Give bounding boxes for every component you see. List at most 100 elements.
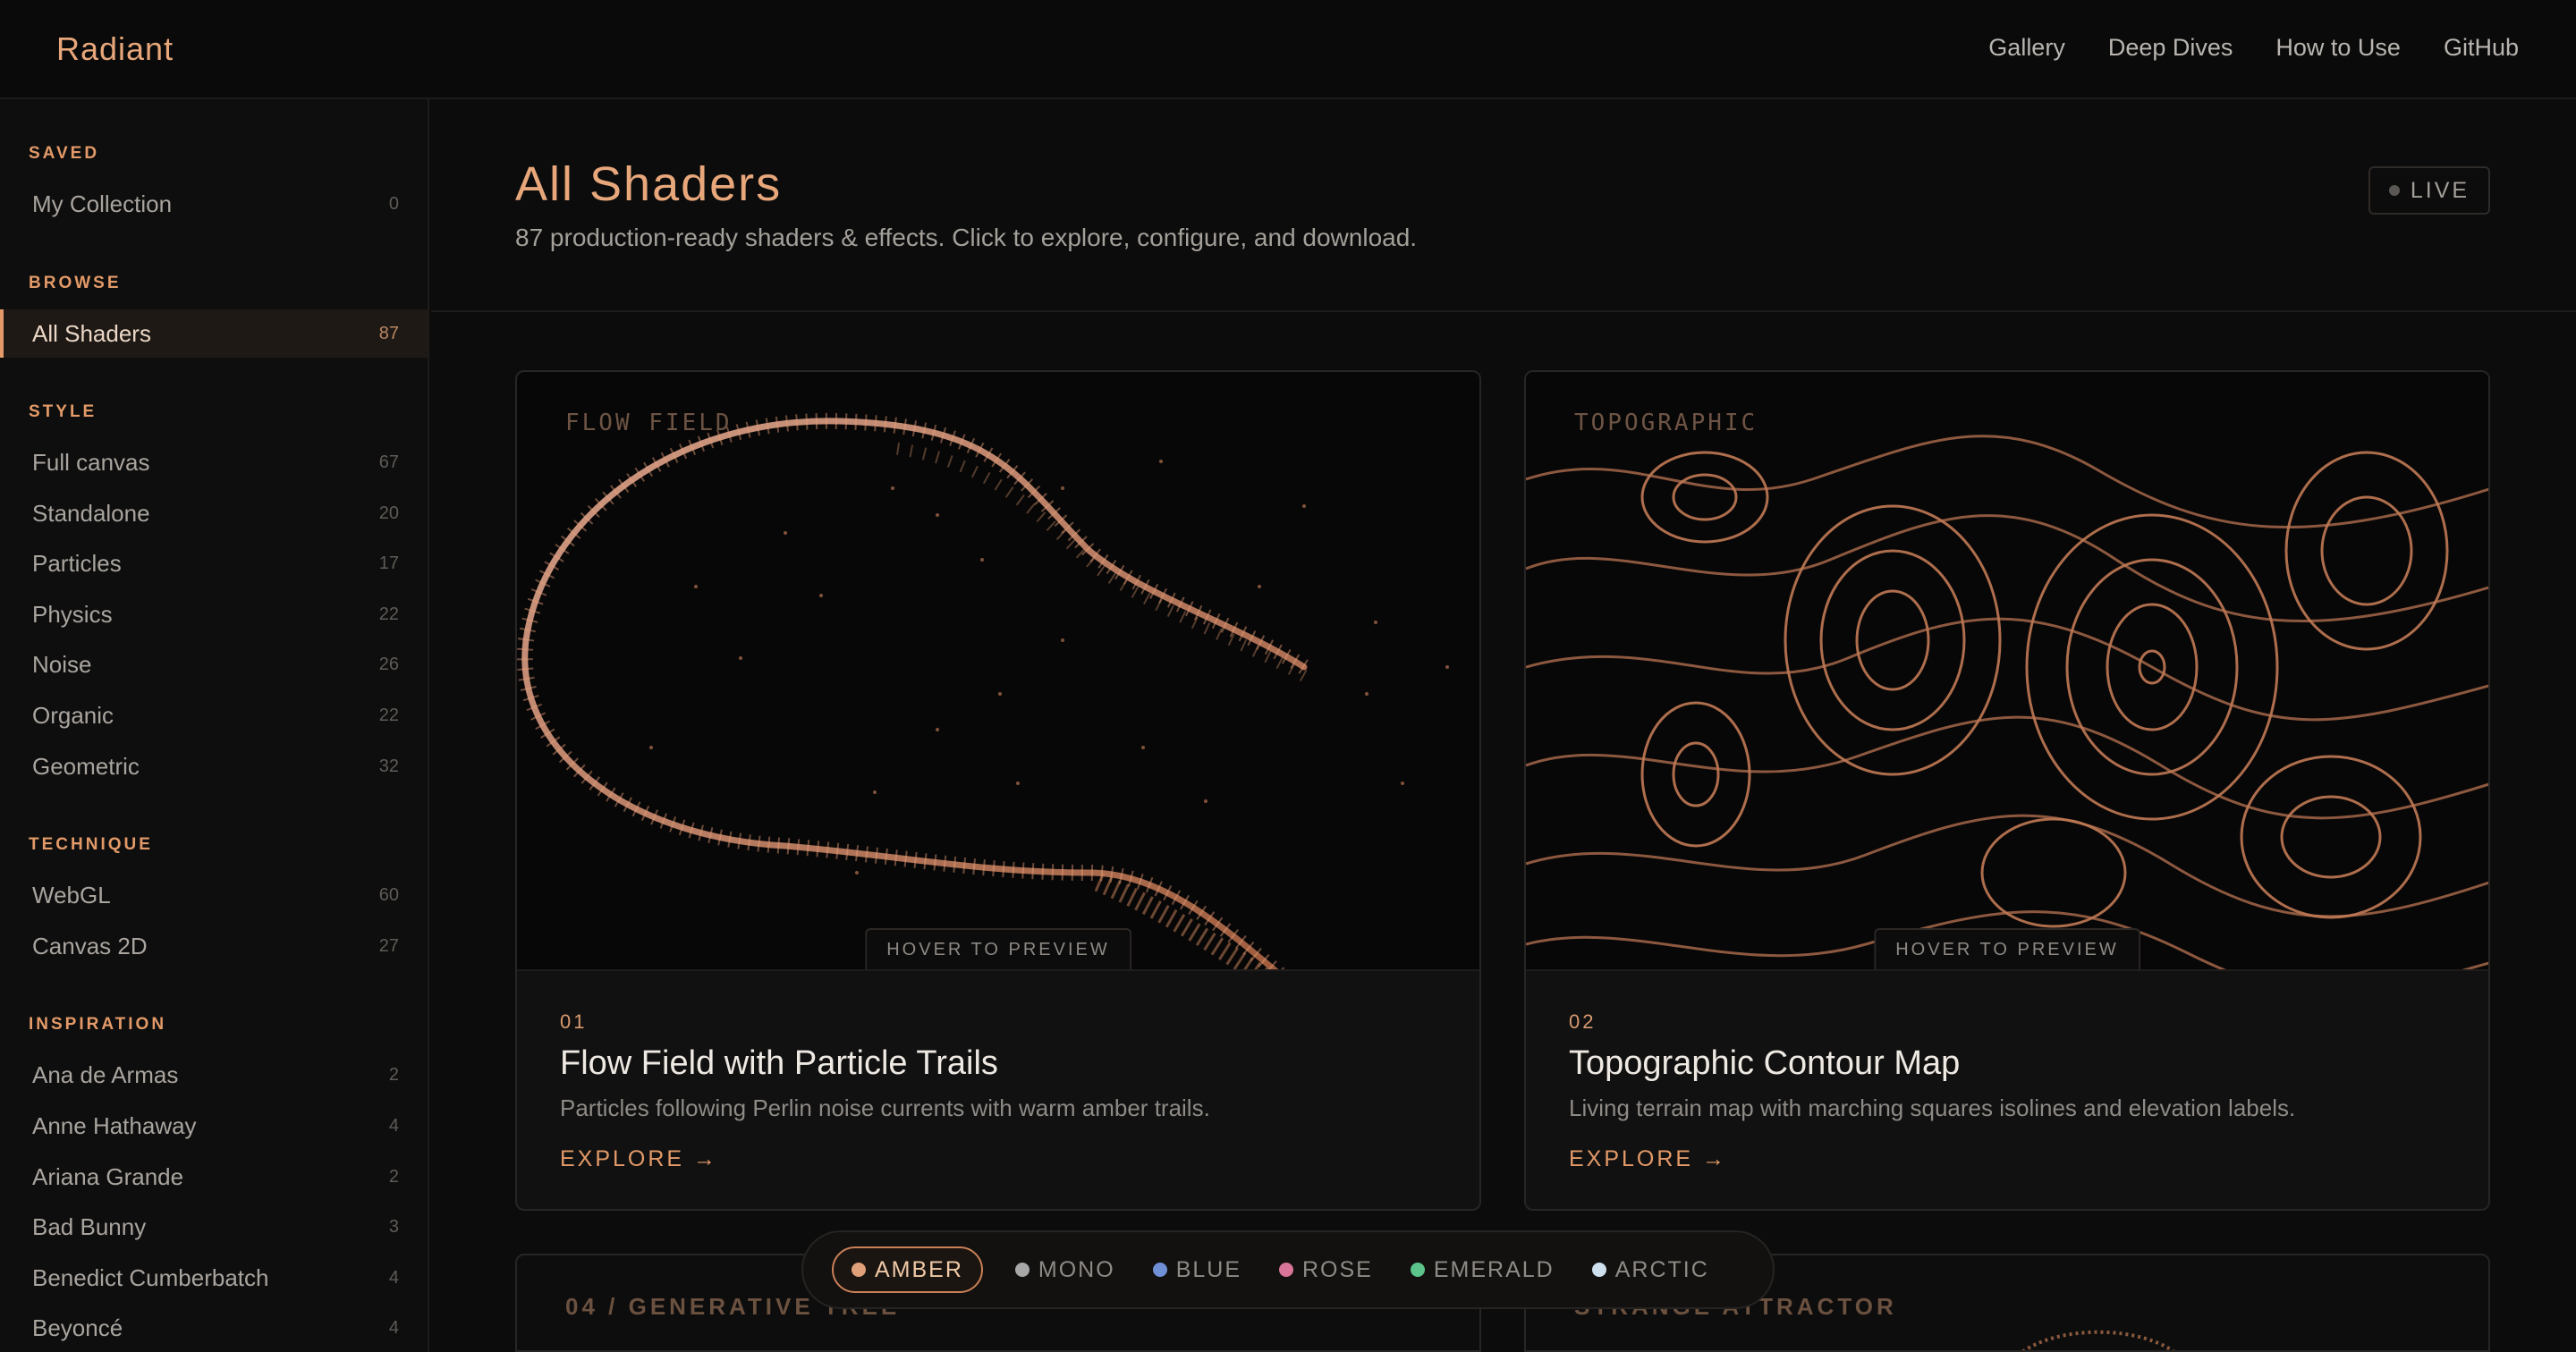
explore-link[interactable]: EXPLORE → [560, 1146, 718, 1172]
sidebar-item-label: Noise [32, 650, 92, 678]
brand-logo[interactable]: Radiant [56, 30, 174, 68]
sidebar-item-ana-de-armas[interactable]: Ana de Armas 2 [0, 1051, 428, 1099]
explore-link[interactable]: EXPLORE → [1569, 1146, 1727, 1172]
main-nav: Gallery Deep Dives How to Use GitHub [1988, 34, 2519, 62]
attractor-art [2021, 1330, 2175, 1350]
sidebar-item-label: Anne Hathaway [32, 1111, 197, 1139]
sidebar-item-geometric[interactable]: Geometric 32 [0, 742, 428, 790]
card-title: Flow Field with Particle Trails [560, 1044, 998, 1082]
sidebar-item-my-collection[interactable]: My Collection 0 [0, 180, 428, 228]
theme-option-mono[interactable]: MONO [1010, 1246, 1121, 1293]
sidebar-item-ariana-grande[interactable]: Ariana Grande 2 [0, 1153, 428, 1201]
theme-option-emerald[interactable]: EMERALD [1405, 1246, 1560, 1293]
page-title: All Shaders [515, 157, 783, 211]
sidebar-item-count: 60 [378, 884, 399, 905]
shader-card-topographic[interactable]: TOPOGRAPHIC HOVER TO PREVIEW 02 Topograp… [1524, 370, 2490, 1211]
theme-option-label: ROSE [1302, 1256, 1373, 1282]
sidebar-item-label: All Shaders [32, 319, 151, 347]
sidebar-item-label: Particles [32, 549, 122, 577]
topographic-art [1526, 435, 2488, 969]
page-header: All Shaders 87 production-ready shaders … [431, 101, 2576, 312]
sidebar-item-count: 2 [388, 1064, 399, 1085]
live-label: LIVE [2410, 177, 2470, 203]
sidebar-item-count: 26 [378, 654, 399, 674]
sidebar-item-label: Organic [32, 701, 114, 729]
card-description: Living terrain map with marching squares… [1569, 1094, 2296, 1121]
theme-option-rose[interactable]: ROSE [1274, 1246, 1378, 1293]
sidebar-item-canvas-2d[interactable]: Canvas 2D 27 [0, 922, 428, 970]
shader-preview-canvas[interactable]: TOPOGRAPHIC HOVER TO PREVIEW [1526, 372, 2488, 971]
sidebar-item-label: Ariana Grande [32, 1162, 184, 1190]
sidebar-item-physics[interactable]: Physics 22 [0, 590, 428, 638]
theme-option-blue[interactable]: BLUE [1148, 1246, 1247, 1293]
sidebar-item-label: Canvas 2D [32, 932, 148, 959]
shader-card-flow-field[interactable]: FLOW FIELD HOVER TO PREVIEW 01 Flow Fiel… [515, 370, 1481, 1211]
sidebar-item-all-shaders[interactable]: All Shaders 87 [0, 309, 428, 358]
sidebar-item-webgl[interactable]: WebGL 60 [0, 871, 428, 919]
sidebar-section-browse: BROWSE [29, 274, 122, 292]
sidebar-item-count: 32 [378, 756, 399, 776]
sidebar-item-label: Beyoncé [32, 1314, 123, 1341]
sidebar-item-count: 4 [388, 1317, 399, 1338]
sidebar-item-full-canvas[interactable]: Full canvas 67 [0, 438, 428, 486]
sidebar-item-benedict-cumberbatch[interactable]: Benedict Cumberbatch 4 [0, 1254, 428, 1302]
sidebar-section-style: STYLE [29, 402, 97, 421]
sidebar-item-label: My Collection [32, 190, 173, 217]
color-swatch-icon [1279, 1263, 1293, 1277]
sidebar-item-beyonce[interactable]: Beyoncé 4 [0, 1304, 428, 1352]
nav-gallery[interactable]: Gallery [1988, 34, 2065, 62]
theme-option-label: BLUE [1175, 1256, 1241, 1282]
theme-option-label: ARCTIC [1614, 1256, 1709, 1282]
nav-github[interactable]: GitHub [2444, 34, 2519, 62]
hover-to-preview-badge: HOVER TO PREVIEW [1874, 928, 2140, 969]
card-title: Topographic Contour Map [1569, 1044, 1961, 1082]
card-description: Particles following Perlin noise current… [560, 1094, 1210, 1121]
page-subtitle: 87 production-ready shaders & effects. C… [515, 224, 1418, 251]
nav-deep-dives[interactable]: Deep Dives [2108, 34, 2233, 62]
hover-to-preview-badge: HOVER TO PREVIEW [865, 928, 1131, 969]
color-swatch-icon [1410, 1263, 1425, 1277]
sidebar-item-organic[interactable]: Organic 22 [0, 691, 428, 739]
sidebar-item-count: 22 [378, 705, 399, 725]
sidebar-item-label: WebGL [32, 881, 111, 908]
sidebar-item-count: 17 [378, 553, 399, 573]
sidebar-item-bad-bunny[interactable]: Bad Bunny 3 [0, 1203, 428, 1251]
sidebar: SAVED My Collection 0 BROWSE All Shaders… [0, 99, 429, 1352]
sidebar-item-standalone[interactable]: Standalone 20 [0, 489, 428, 537]
shader-preview-canvas[interactable]: FLOW FIELD HOVER TO PREVIEW [517, 372, 1479, 971]
preview-overlay-label: TOPOGRAPHIC [1574, 410, 1758, 436]
top-nav-bar: Radiant Gallery Deep Dives How to Use Gi… [0, 0, 2576, 99]
sidebar-item-particles[interactable]: Particles 17 [0, 539, 428, 587]
sidebar-item-count: 67 [378, 452, 399, 472]
sidebar-item-label: Geometric [32, 752, 140, 780]
nav-how-to-use[interactable]: How to Use [2275, 34, 2401, 62]
theme-option-arctic[interactable]: ARCTIC [1587, 1246, 1715, 1293]
sidebar-item-count: 20 [378, 503, 399, 523]
live-status-dot-icon [2388, 185, 2400, 196]
sidebar-item-count: 3 [388, 1216, 399, 1237]
sidebar-item-label: Standalone [32, 499, 150, 527]
flow-field-art [517, 412, 1449, 969]
sidebar-item-label: Full canvas [32, 448, 150, 476]
sidebar-item-label: Physics [32, 600, 113, 628]
card-number: 01 [560, 1010, 588, 1033]
theme-switcher: AMBER MONO BLUE ROSE EMERALD ARCTIC [801, 1230, 1775, 1309]
sidebar-item-label: Benedict Cumberbatch [32, 1263, 269, 1291]
sidebar-item-count: 27 [378, 935, 399, 956]
sidebar-item-label: Bad Bunny [32, 1213, 147, 1240]
sidebar-item-anne-hathaway[interactable]: Anne Hathaway 4 [0, 1102, 428, 1150]
theme-option-amber[interactable]: AMBER [832, 1246, 983, 1293]
sidebar-section-inspiration: INSPIRATION [29, 1015, 167, 1034]
sidebar-item-count: 0 [388, 193, 399, 214]
sidebar-item-count: 4 [388, 1115, 399, 1136]
card-number: 02 [1569, 1010, 1597, 1033]
sidebar-item-noise[interactable]: Noise 26 [0, 640, 428, 689]
color-swatch-icon [1152, 1263, 1167, 1277]
color-swatch-icon [852, 1263, 866, 1277]
preview-overlay-label: FLOW FIELD [565, 410, 733, 436]
sidebar-item-count: 22 [378, 604, 399, 624]
sidebar-item-count: 2 [388, 1166, 399, 1187]
sidebar-section-saved: SAVED [29, 144, 100, 163]
sidebar-item-label: Ana de Armas [32, 1060, 179, 1088]
live-toggle-button[interactable]: LIVE [2368, 166, 2490, 215]
